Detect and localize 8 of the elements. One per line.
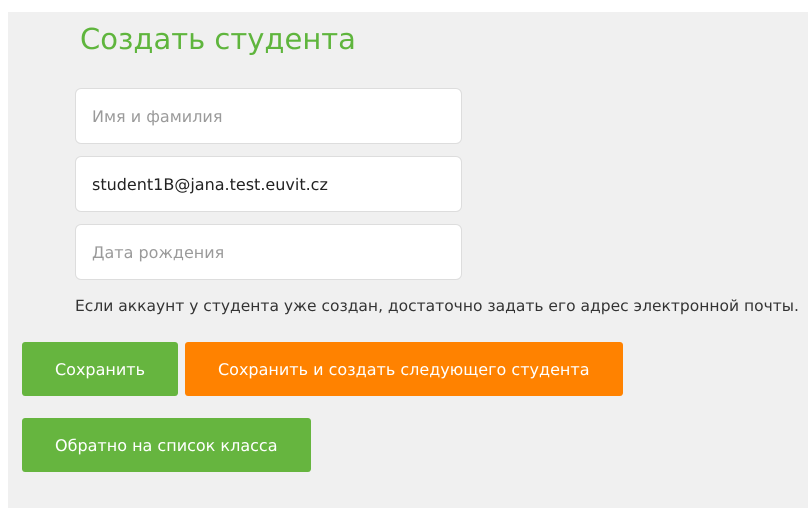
input-field[interactable]: student1B@jana.test.euvit.cz [75,156,462,212]
page-title: Создать студента [79,21,357,58]
back-button[interactable]: Обратно на список класса [22,418,311,472]
save-button[interactable]: Сохранить [22,342,178,396]
hint-text: Если аккаунт у студента уже создан, достаточно задать его адрес электронной почты. [75,296,800,317]
input-field[interactable]: Имя и фамилия [75,88,462,144]
input-field[interactable]: Дата рождения [75,224,462,280]
save-button[interactable]: Сохранить и создать следующего студента [185,342,623,396]
